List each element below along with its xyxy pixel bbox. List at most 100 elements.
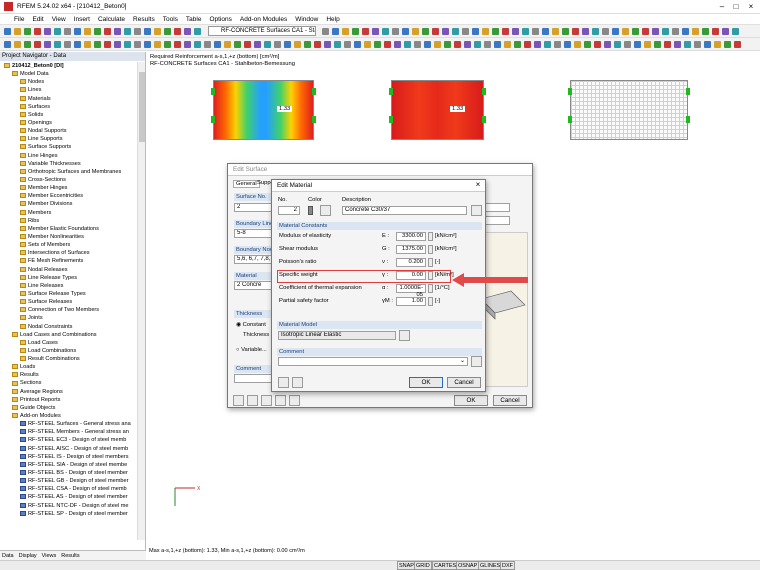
toolbar-icon[interactable]: [124, 28, 131, 35]
toolbar-icon[interactable]: [532, 28, 539, 35]
toolbar-icon[interactable]: [74, 28, 81, 35]
toolbar-icon[interactable]: [462, 28, 469, 35]
chevron-down-icon[interactable]: ⌄: [460, 358, 465, 365]
toolbar-icon[interactable]: [612, 28, 619, 35]
tree-item[interactable]: RF-STEEL EC3 - Design of steel memb: [0, 436, 136, 444]
toolbar-icon[interactable]: [454, 41, 461, 48]
minimize-icon[interactable]: –: [716, 2, 728, 11]
tab-views[interactable]: Views: [42, 553, 57, 559]
toolbar-icon[interactable]: [512, 28, 519, 35]
toolbar-icon[interactable]: [432, 28, 439, 35]
grid-toggle[interactable]: GRID: [414, 561, 432, 570]
toolbar-icon[interactable]: [264, 41, 271, 48]
material-constant-value[interactable]: 0.200: [396, 258, 426, 267]
toolbar-icon[interactable]: [144, 41, 151, 48]
surface-2-result-plot[interactable]: 1.33: [391, 80, 484, 140]
tree-item[interactable]: Line Supports: [0, 135, 136, 143]
tree-item[interactable]: RF-STEEL SIA - Design of steel membe: [0, 461, 136, 469]
surface-cancel-button[interactable]: Cancel: [493, 395, 527, 406]
description-field[interactable]: Concrete C30/37: [342, 206, 467, 215]
toolbar-icon[interactable]: [402, 28, 409, 35]
toolbar-icon[interactable]: [474, 41, 481, 48]
toolbar-icon[interactable]: [234, 41, 241, 48]
toolbar-icon[interactable]: [342, 28, 349, 35]
toolbar-icon[interactable]: [592, 28, 599, 35]
tree-item[interactable]: FE Mesh Refinements: [0, 257, 136, 265]
help-icon[interactable]: [233, 395, 244, 406]
toolbar-icon[interactable]: [34, 28, 41, 35]
table-icon[interactable]: [261, 395, 272, 406]
toolbar-icon[interactable]: [692, 28, 699, 35]
toolbar-icon[interactable]: [484, 41, 491, 48]
toolbar-icon[interactable]: [74, 41, 81, 48]
tree-item[interactable]: RF-STEEL CSA - Design of steel memb: [0, 485, 136, 493]
toolbar-icon[interactable]: [664, 41, 671, 48]
toolbar-icon[interactable]: [164, 41, 171, 48]
toolbar-icon[interactable]: [184, 41, 191, 48]
tab-results[interactable]: Results: [61, 553, 79, 559]
toolbar-icon[interactable]: [514, 41, 521, 48]
toolbar-icon[interactable]: [284, 41, 291, 48]
tree-item[interactable]: Load Combinations: [0, 347, 136, 355]
toolbar-icon[interactable]: [724, 41, 731, 48]
toolbar-icon[interactable]: [444, 41, 451, 48]
toolbar-icon[interactable]: [684, 41, 691, 48]
tree-item[interactable]: RF-STEEL GB - Design of steel member: [0, 477, 136, 485]
menu-table[interactable]: Table: [186, 16, 202, 23]
measure-icon[interactable]: [289, 395, 300, 406]
material-constant-value[interactable]: 3300.00: [396, 232, 426, 241]
tree-item[interactable]: Joints: [0, 314, 136, 322]
toolbar-icon[interactable]: [104, 28, 111, 35]
tree-item[interactable]: Load Cases: [0, 339, 136, 347]
toolbar-icon[interactable]: [382, 28, 389, 35]
toolbar-icon[interactable]: [654, 41, 661, 48]
material-constant-value[interactable]: 1.00: [396, 297, 426, 306]
toolbar-icon[interactable]: [524, 41, 531, 48]
toolbar-icon[interactable]: [54, 41, 61, 48]
toolbar-icon[interactable]: [424, 41, 431, 48]
toolbar-icon[interactable]: [204, 41, 211, 48]
tree-item[interactable]: Nodal Constraints: [0, 323, 136, 331]
tree-item[interactable]: Members: [0, 209, 136, 217]
tree-item[interactable]: Average Regions: [0, 388, 136, 396]
toolbar-icon[interactable]: [674, 41, 681, 48]
spinner-icon[interactable]: [428, 284, 433, 293]
toolbar-icon[interactable]: [624, 41, 631, 48]
constant-radio[interactable]: ◉ Constant: [236, 322, 266, 328]
tree-item[interactable]: Results: [0, 371, 136, 379]
toolbar-icon[interactable]: [362, 28, 369, 35]
tree-item[interactable]: RF-STEEL AS - Design of steel member: [0, 493, 136, 501]
toolbar-icon[interactable]: [554, 41, 561, 48]
cartes-toggle[interactable]: CARTES: [432, 561, 458, 570]
toolbar-icon[interactable]: [244, 41, 251, 48]
description-library-icon[interactable]: [471, 205, 482, 216]
toolbar-icon[interactable]: [4, 28, 11, 35]
toolbar-icon[interactable]: [392, 28, 399, 35]
tree-item[interactable]: RF-STEEL Surfaces - General stress ana: [0, 420, 136, 428]
tree-item[interactable]: Load Cases and Combinations: [0, 331, 136, 339]
tree-item[interactable]: Line Releases: [0, 282, 136, 290]
toolbar-icon[interactable]: [104, 41, 111, 48]
toolbar-icon[interactable]: [294, 41, 301, 48]
toolbar-icon[interactable]: [44, 28, 51, 35]
toolbar-icon[interactable]: [164, 28, 171, 35]
surface-3-mesh[interactable]: [570, 80, 688, 140]
toolbar-icon[interactable]: [472, 28, 479, 35]
toolbar-icon[interactable]: [194, 41, 201, 48]
toolbar-icon[interactable]: [94, 41, 101, 48]
tree-item[interactable]: RF-STEEL AISC - Design of steel memb: [0, 445, 136, 453]
toolbar-icon[interactable]: [374, 41, 381, 48]
toolbar-icon[interactable]: [602, 28, 609, 35]
toolbar-icon[interactable]: [174, 28, 181, 35]
toolbar-icon[interactable]: [372, 28, 379, 35]
toolbar-icon[interactable]: [384, 41, 391, 48]
menu-help[interactable]: Help: [326, 16, 339, 23]
tree-item[interactable]: Orthotropic Surfaces and Membranes: [0, 168, 136, 176]
toolbar-icon[interactable]: [572, 28, 579, 35]
toolbar-icon[interactable]: [84, 28, 91, 35]
spinner-icon[interactable]: [428, 245, 433, 254]
toolbar-icon[interactable]: [534, 41, 541, 48]
tree-item[interactable]: Member Elastic Foundations: [0, 225, 136, 233]
tree-item[interactable]: Line Release Types: [0, 274, 136, 282]
toolbar-icon[interactable]: [84, 41, 91, 48]
